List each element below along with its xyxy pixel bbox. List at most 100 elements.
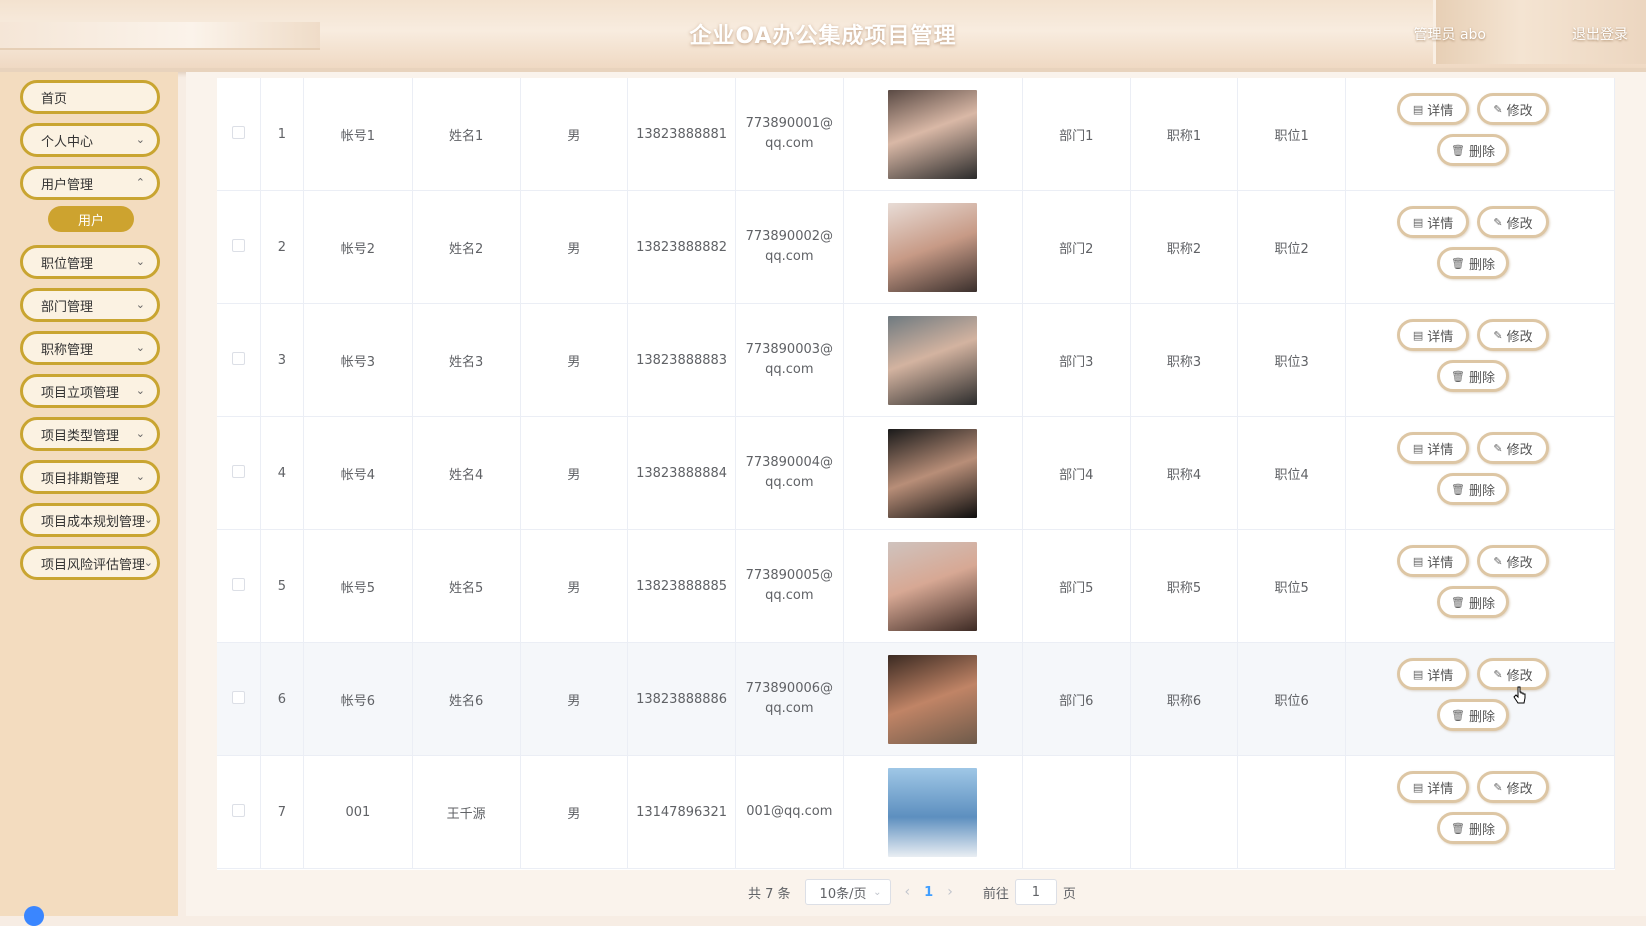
delete-button[interactable]: 🗑 删除 <box>1437 247 1510 279</box>
edit-button[interactable]: ✎ 修改 <box>1477 319 1550 351</box>
email-cell: 773890003@qq.com <box>735 303 844 417</box>
chevron-down-icon: ⌄ <box>143 513 153 526</box>
table-row[interactable]: 3 帐号3 姓名3 男 13823888883 773890003@qq.com… <box>217 303 1615 417</box>
row-checkbox[interactable] <box>231 464 245 478</box>
page-title: 企业OA办公集成项目管理 <box>689 24 957 49</box>
logout-link[interactable]: 退出登录 <box>1572 24 1628 44</box>
table-row[interactable]: 5 帐号5 姓名5 男 13823888885 773890005@qq.com… <box>217 529 1615 643</box>
sidebar-item-position-management[interactable]: 职位管理 ⌄ <box>20 245 160 279</box>
table-row[interactable]: 7 001 王千源 男 13147896321 001@qq.com ▤ 详情 … <box>217 755 1615 869</box>
row-checkbox[interactable] <box>231 803 245 817</box>
table-row[interactable]: 6 帐号6 姓名6 男 13823888886 773890006@qq.com… <box>217 642 1615 756</box>
row-select-cell[interactable] <box>217 303 261 417</box>
table-row[interactable]: 2 帐号2 姓名2 男 13823888882 773890002@qq.com… <box>217 190 1615 304</box>
edit-button[interactable]: ✎ 修改 <box>1477 771 1550 803</box>
delete-button[interactable]: 🗑 删除 <box>1437 699 1510 731</box>
actions-cell: ▤ 详情 ✎ 修改 🗑 删除 <box>1345 416 1615 530</box>
scroll-indicator[interactable] <box>24 906 44 926</box>
delete-button[interactable]: 🗑 删除 <box>1437 473 1510 505</box>
trash-icon: 🗑 <box>1451 143 1465 157</box>
row-checkbox[interactable] <box>231 351 245 365</box>
chevron-down-icon: ⌄ <box>135 427 145 440</box>
page-number-current[interactable]: 1 <box>924 885 933 900</box>
row-select-cell[interactable] <box>217 190 261 304</box>
email-text: 773890004@qq.com <box>745 455 834 490</box>
sidebar-item-title-management[interactable]: 职称管理 ⌄ <box>20 331 160 365</box>
trash-icon: 🗑 <box>1451 256 1465 270</box>
user-photo <box>888 541 978 631</box>
prev-page-button[interactable]: ‹ <box>905 884 911 900</box>
sidebar-item-project-schedule[interactable]: 项目排期管理 ⌄ <box>20 460 160 494</box>
detail-button[interactable]: ▤ 详情 <box>1397 319 1470 351</box>
next-page-button[interactable]: › <box>947 884 953 900</box>
detail-button[interactable]: ▤ 详情 <box>1397 206 1470 238</box>
department-cell: 部门1 <box>1022 78 1131 191</box>
account-cell: 帐号2 <box>303 190 413 304</box>
goto-page-input[interactable] <box>1014 879 1057 905</box>
phone-cell: 13147896321 <box>627 755 736 869</box>
row-checkbox[interactable] <box>231 238 245 252</box>
row-select-cell[interactable] <box>217 416 261 530</box>
edit-button[interactable]: ✎ 修改 <box>1477 206 1550 238</box>
row-select-cell[interactable] <box>217 642 261 756</box>
edit-button[interactable]: ✎ 修改 <box>1477 545 1550 577</box>
chevron-down-icon: ⌄ <box>873 886 882 898</box>
delete-button[interactable]: 🗑 删除 <box>1437 134 1510 166</box>
row-checkbox[interactable] <box>231 577 245 591</box>
sidebar-item-project-type[interactable]: 项目类型管理 ⌄ <box>20 417 160 451</box>
sidebar-item-department-management[interactable]: 部门管理 ⌄ <box>20 288 160 322</box>
name-cell: 姓名2 <box>412 190 521 304</box>
edit-button-label: 修改 <box>1506 329 1533 345</box>
email-cell: 773890001@qq.com <box>735 78 844 191</box>
detail-button[interactable]: ▤ 详情 <box>1397 545 1470 577</box>
table-row[interactable]: 4 帐号4 姓名4 男 13823888884 773890004@qq.com… <box>217 416 1615 530</box>
sidebar-item-personal-center[interactable]: 个人中心 ⌄ <box>20 123 160 157</box>
pencil-icon: ✎ <box>1493 667 1503 681</box>
delete-button[interactable]: 🗑 删除 <box>1437 812 1510 844</box>
row-select-cell[interactable] <box>217 755 261 869</box>
detail-button[interactable]: ▤ 详情 <box>1397 771 1470 803</box>
edit-button[interactable]: ✎ 修改 <box>1477 432 1550 464</box>
account-cell: 帐号4 <box>303 416 413 530</box>
sidebar-subitem-user[interactable]: 用户 <box>48 206 134 232</box>
sidebar-item-home[interactable]: 首页 <box>20 80 160 114</box>
table-row[interactable]: 1 帐号1 姓名1 男 13823888881 773890001@qq.com… <box>217 78 1615 191</box>
sidebar-item-user-management[interactable]: 用户管理 ⌃ <box>20 166 160 200</box>
position-cell: 职位6 <box>1237 642 1347 756</box>
row-select-cell[interactable] <box>217 78 261 191</box>
sidebar-item-project-cost[interactable]: 项目成本规划管理 ⌄ <box>20 503 160 537</box>
sidebar-item-label: 项目成本规划管理 <box>41 514 146 530</box>
department-cell: 部门6 <box>1022 642 1131 756</box>
chevron-down-icon: ⌄ <box>135 384 145 397</box>
row-checkbox[interactable] <box>231 125 245 139</box>
pagination: 共 7 条 10条/页 ⌄ ‹ 1 › 前往 页 <box>748 878 1076 906</box>
chevron-down-icon: ⌄ <box>135 133 145 146</box>
page-size-select[interactable]: 10条/页 ⌄ <box>804 879 891 905</box>
row-index: 1 <box>260 78 305 191</box>
email-text: 773890001@qq.com <box>745 116 834 151</box>
detail-button[interactable]: ▤ 详情 <box>1397 432 1470 464</box>
delete-button-label: 删除 <box>1469 822 1496 838</box>
row-checkbox[interactable] <box>231 690 245 704</box>
delete-button-label: 删除 <box>1469 370 1496 386</box>
delete-button[interactable]: 🗑 删除 <box>1437 586 1510 618</box>
document-icon: ▤ <box>1412 667 1424 681</box>
detail-button-label: 详情 <box>1427 216 1454 232</box>
detail-button[interactable]: ▤ 详情 <box>1397 658 1470 690</box>
edit-button[interactable]: ✎ 修改 <box>1477 93 1550 125</box>
sidebar-item-label: 个人中心 <box>41 134 94 150</box>
row-select-cell[interactable] <box>217 529 261 643</box>
sidebar-item-project-risk[interactable]: 项目风险评估管理 ⌄ <box>20 546 160 580</box>
sidebar-item-project-initiation[interactable]: 项目立项管理 ⌄ <box>20 374 160 408</box>
detail-button-label: 详情 <box>1427 555 1454 571</box>
actions-cell: ▤ 详情 ✎ 修改 🗑 删除 <box>1345 78 1615 191</box>
pencil-icon: ✎ <box>1493 441 1503 455</box>
job-title-cell: 职称5 <box>1130 529 1239 643</box>
document-icon: ▤ <box>1412 780 1424 794</box>
chevron-down-icon: ⌄ <box>135 255 145 268</box>
chevron-down-icon: ⌄ <box>143 556 153 569</box>
detail-button[interactable]: ▤ 详情 <box>1397 93 1470 125</box>
trash-icon: 🗑 <box>1451 369 1465 383</box>
account-cell: 001 <box>303 755 413 869</box>
delete-button[interactable]: 🗑 删除 <box>1437 360 1510 392</box>
